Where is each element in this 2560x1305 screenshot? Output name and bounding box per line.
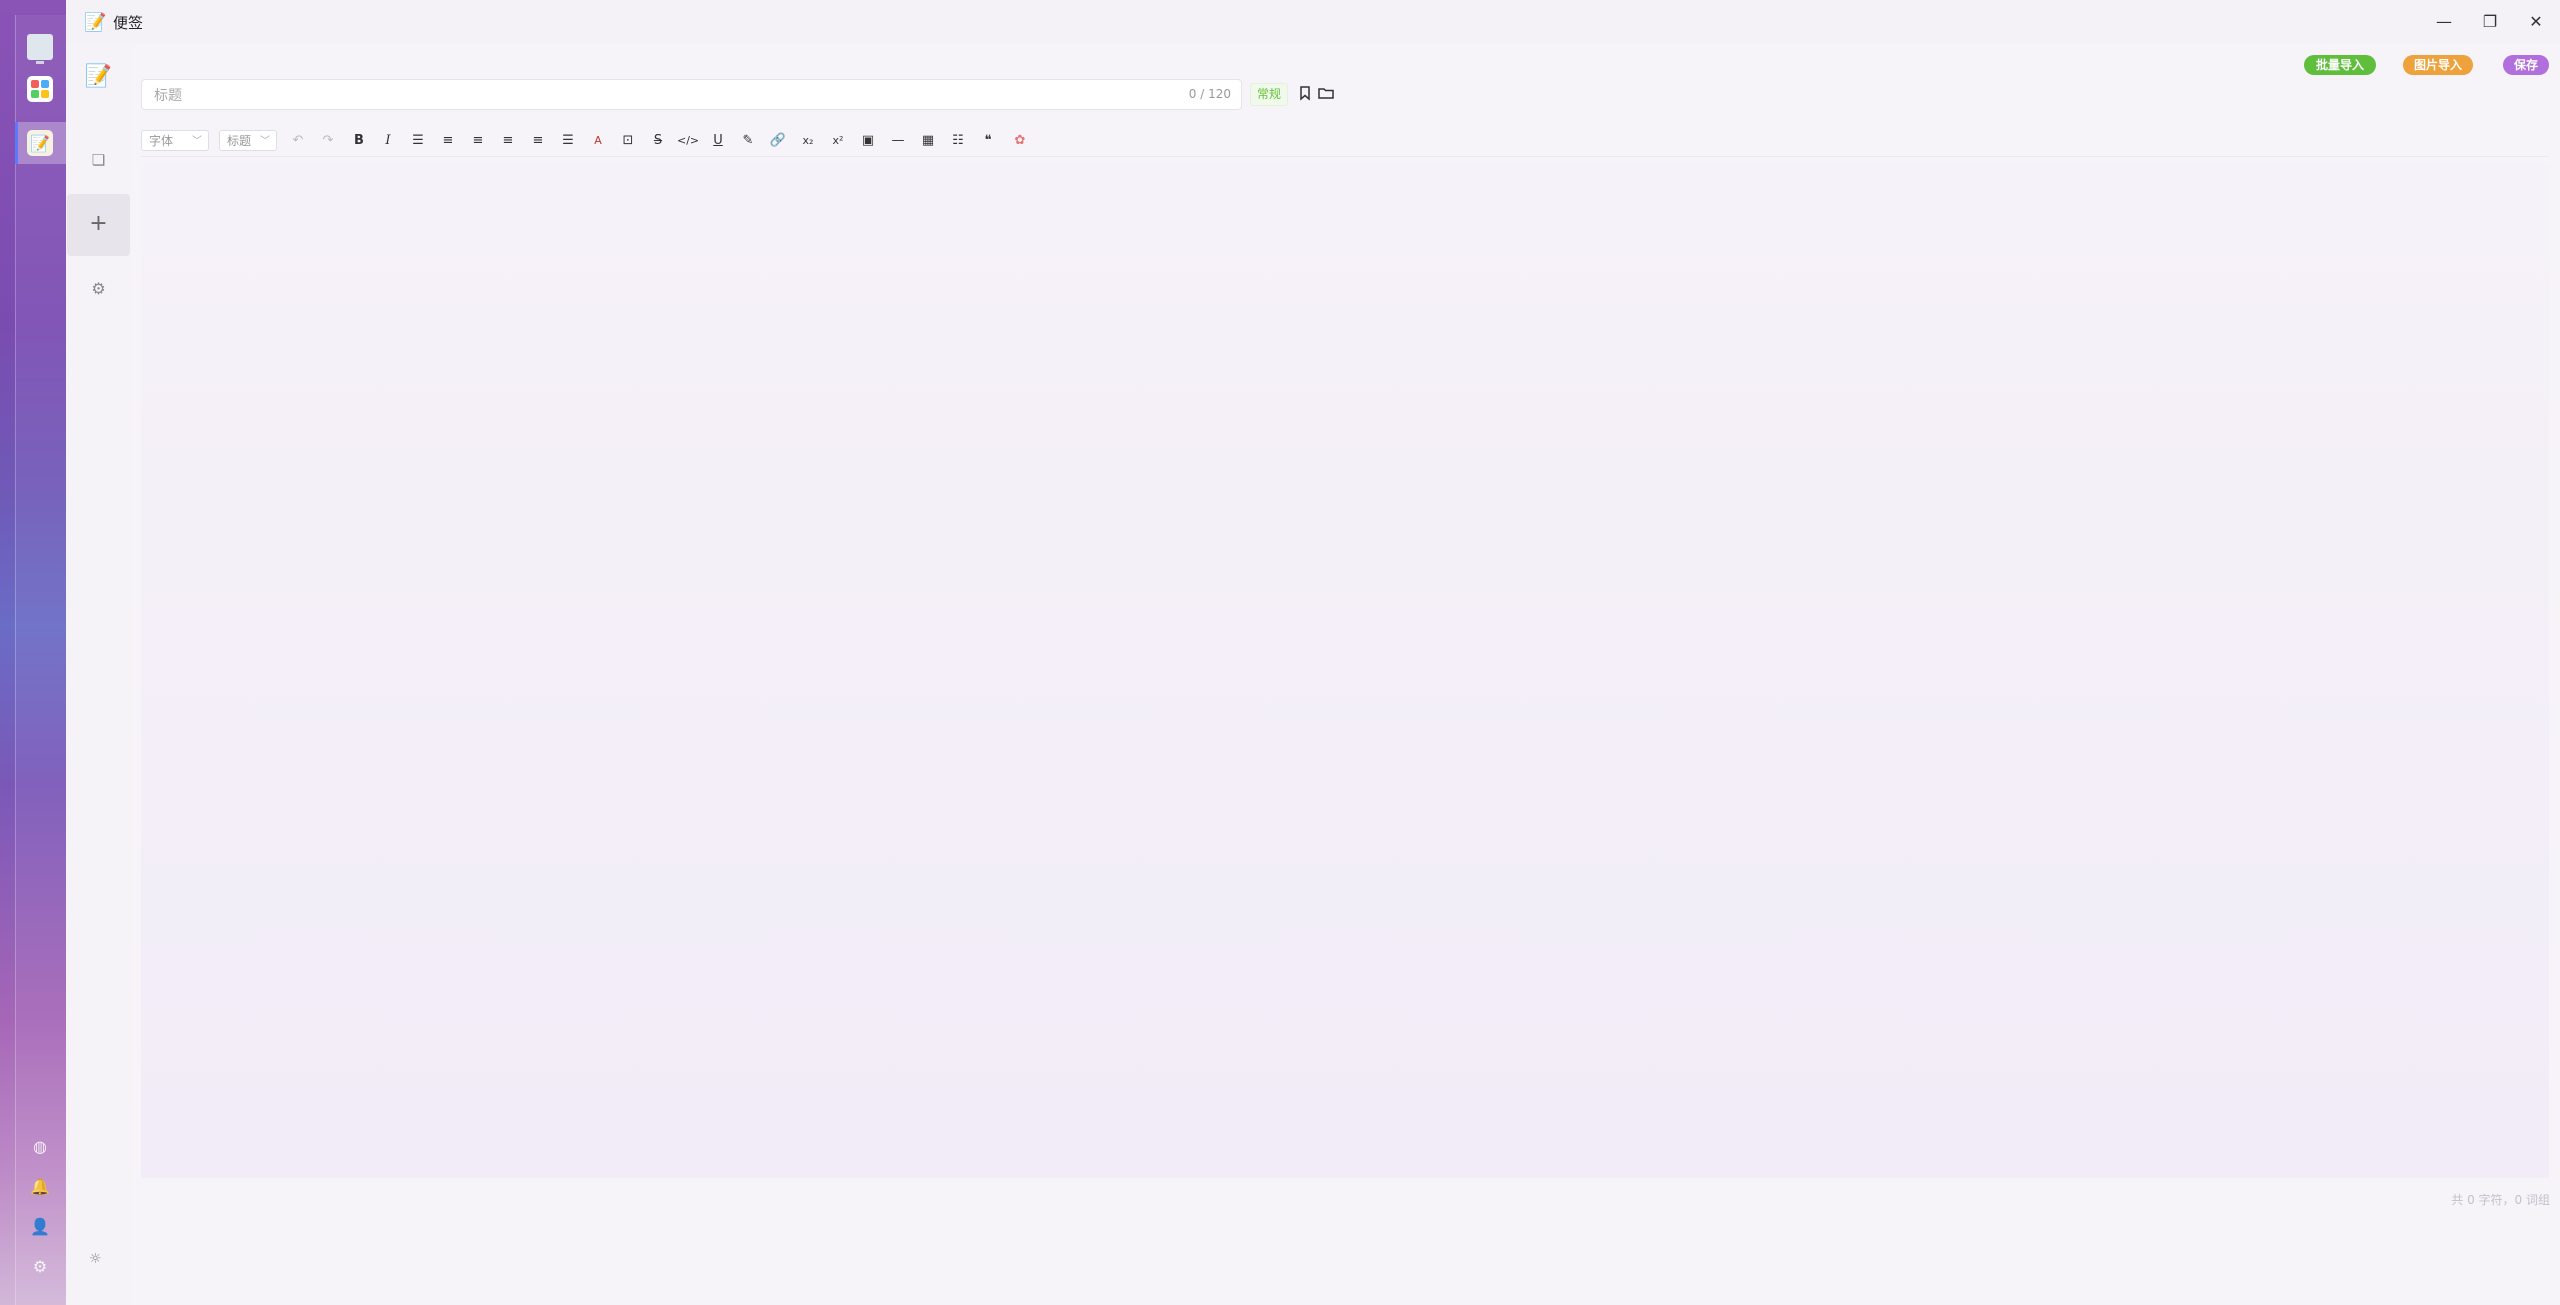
folder-icon[interactable] bbox=[1317, 84, 1335, 102]
title-bar bbox=[66, 0, 2560, 44]
dock-panel bbox=[15, 15, 67, 1305]
bookmark-icon[interactable] bbox=[1296, 84, 1314, 102]
clear-format-icon[interactable]: ✿ bbox=[1009, 131, 1031, 151]
highlight-icon[interactable]: ✎ bbox=[737, 131, 759, 151]
task-list-icon[interactable]: ☷ bbox=[947, 131, 969, 151]
quote-icon[interactable]: ❝ bbox=[977, 131, 999, 151]
redo-icon[interactable]: ↷ bbox=[317, 131, 339, 151]
sync-icon[interactable]: ◍ bbox=[30, 1137, 50, 1157]
app-notes-icon: 📝 bbox=[84, 12, 107, 33]
title-input[interactable] bbox=[152, 80, 1156, 111]
numbered-list-icon[interactable]: ≡ bbox=[437, 131, 459, 151]
image-icon[interactable]: ▣ bbox=[857, 131, 879, 151]
code-icon[interactable]: </> bbox=[677, 131, 699, 151]
batch-import-button[interactable]: 批量导入 bbox=[2304, 55, 2376, 75]
title-counter: 0 / 120 bbox=[1188, 87, 1231, 101]
word-count-status: 共 0 字符，0 词组 bbox=[2451, 1193, 2550, 1207]
bold-icon[interactable]: B bbox=[348, 131, 370, 151]
heading-select-value: 标题 bbox=[227, 134, 252, 148]
gear-icon[interactable]: ⚙ bbox=[30, 1257, 50, 1277]
align-center-icon[interactable]: ≡ bbox=[497, 131, 519, 151]
bullet-list-icon[interactable]: ☰ bbox=[407, 131, 429, 151]
subscript-icon[interactable]: x₂ bbox=[797, 131, 819, 151]
link-icon[interactable]: 🔗 bbox=[767, 131, 789, 151]
font-select-value: 字体 bbox=[149, 134, 174, 148]
chevron-down-icon: ﹀ bbox=[192, 136, 202, 147]
minimize-button[interactable]: — bbox=[2429, 8, 2459, 36]
bell-icon[interactable]: 🔔 bbox=[30, 1177, 50, 1197]
monitor-icon[interactable] bbox=[27, 34, 53, 64]
chevron-down-icon: ﹀ bbox=[260, 136, 270, 147]
add-note-button[interactable]: + bbox=[67, 194, 130, 256]
restore-button[interactable]: ❐ bbox=[2475, 8, 2505, 36]
notes-icon[interactable]: 📝 bbox=[27, 130, 53, 156]
copy-icon[interactable]: ❏ bbox=[66, 151, 131, 169]
table-icon[interactable]: ▦ bbox=[917, 131, 939, 151]
user-icon[interactable]: 👤 bbox=[30, 1217, 50, 1237]
editor-toolbar: 字体 ﹀ 标题 ﹀ ↶ ↷ B I ☰ ≡ ≡ ≡ ≡ ☰ A ⊡ S </> … bbox=[141, 128, 2549, 157]
heading-select[interactable]: 标题 ﹀ bbox=[219, 130, 277, 151]
align-right-icon[interactable]: ≡ bbox=[527, 131, 549, 151]
window-title: 便签 bbox=[113, 14, 144, 32]
indent-icon[interactable]: ⊡ bbox=[617, 131, 639, 151]
underline-icon[interactable]: U bbox=[707, 131, 729, 151]
notes-logo-icon[interactable]: 📝 bbox=[66, 64, 131, 89]
settings-icon[interactable]: ⚙ bbox=[66, 279, 131, 298]
title-field: 0 / 120 bbox=[141, 79, 1242, 111]
superscript-icon[interactable]: x² bbox=[827, 131, 849, 151]
font-select[interactable]: 字体 ﹀ bbox=[141, 130, 209, 151]
sun-icon[interactable]: ☼ bbox=[89, 1251, 102, 1267]
close-button[interactable]: ✕ bbox=[2521, 8, 2551, 36]
apps-icon[interactable] bbox=[27, 76, 53, 102]
undo-icon[interactable]: ↶ bbox=[287, 131, 309, 151]
align-justify-icon[interactable]: ☰ bbox=[557, 131, 579, 151]
align-left-icon[interactable]: ≡ bbox=[467, 131, 489, 151]
category-tag[interactable]: 常规 bbox=[1250, 83, 1289, 106]
horizontal-rule-icon[interactable]: — bbox=[887, 131, 909, 151]
image-import-button[interactable]: 图片导入 bbox=[2403, 55, 2473, 75]
save-button[interactable]: 保存 bbox=[2503, 55, 2549, 75]
strikethrough-icon[interactable]: S bbox=[647, 131, 669, 151]
font-color-icon[interactable]: A bbox=[587, 131, 609, 151]
add-icon: + bbox=[89, 211, 108, 236]
italic-icon[interactable]: I bbox=[377, 131, 399, 151]
desktop-dock: 📝 ◍ 🔔 👤 ⚙ bbox=[0, 0, 69, 1305]
editor-content-area[interactable] bbox=[141, 164, 2549, 1178]
